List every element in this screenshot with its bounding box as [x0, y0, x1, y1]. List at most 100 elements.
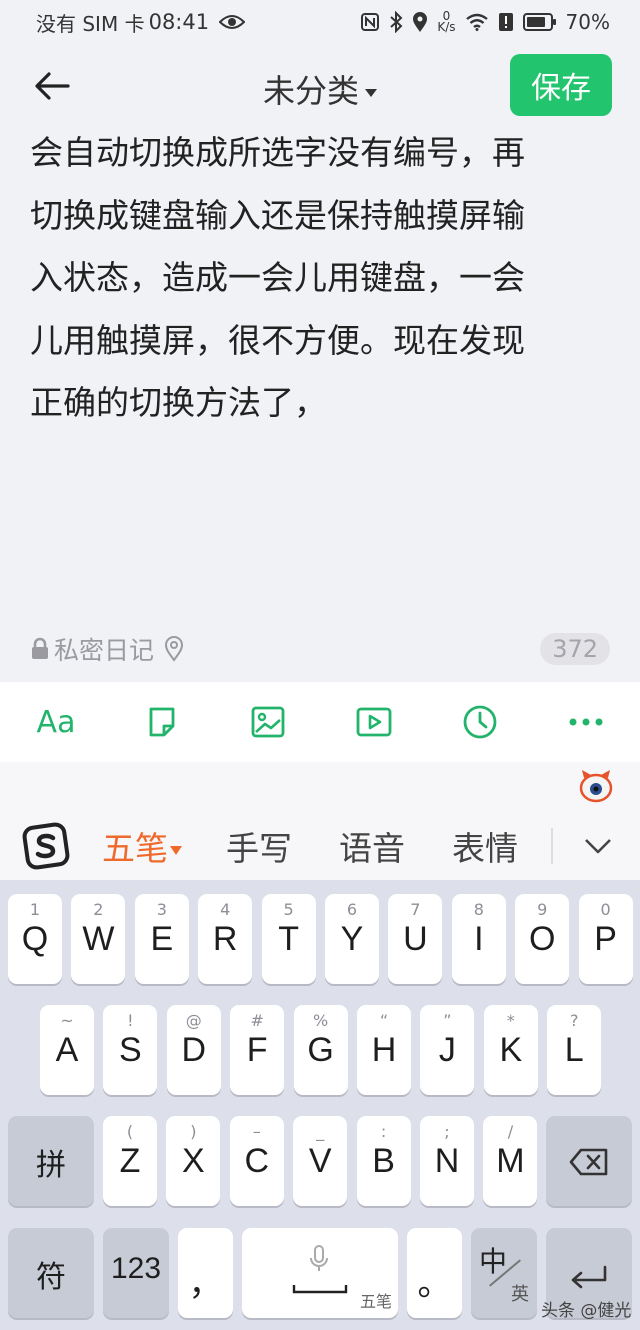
note-text-line: 正确的切换方法了，	[30, 383, 327, 422]
key-label: E	[150, 920, 174, 958]
comma-key[interactable]: ，	[178, 1228, 233, 1318]
ime-tab-wubi[interactable]: 五笔	[102, 822, 182, 870]
key-label: A	[55, 1031, 79, 1069]
ime-tab-handwriting[interactable]: 手写	[226, 822, 292, 870]
key-q[interactable]: 1Q	[8, 894, 62, 984]
key-hint: ;	[444, 1122, 450, 1141]
battery-percent: 70%	[565, 10, 610, 34]
key-label: C	[244, 1142, 270, 1180]
image-icon[interactable]	[244, 698, 292, 746]
numbers-key[interactable]: 123	[103, 1228, 169, 1318]
nfc-icon	[360, 12, 380, 32]
key-x[interactable]: ) X	[166, 1116, 221, 1206]
location-pin-icon[interactable]	[164, 636, 184, 662]
format-icon[interactable]: Aa	[32, 698, 80, 746]
key-hint: /	[507, 1122, 514, 1141]
key-w[interactable]: 2W	[71, 894, 126, 984]
key-i[interactable]: 8I	[451, 894, 506, 984]
key-label: K	[499, 1031, 523, 1069]
key-label: G	[307, 1031, 334, 1069]
ime-bar: 五笔 手写 语音 表情	[0, 762, 640, 880]
key-r[interactable]: 4R	[198, 894, 253, 984]
carrier-label: 没有 SIM 卡	[36, 11, 145, 36]
period-key[interactable]: 。	[407, 1228, 462, 1318]
key-label: P	[594, 920, 617, 958]
key-hint: ?	[569, 1011, 579, 1030]
key-g[interactable]: % G	[293, 1005, 348, 1095]
clock-time: 08:41	[148, 10, 210, 34]
key-u[interactable]: 7U	[388, 894, 443, 984]
chevron-down-icon	[585, 839, 611, 854]
key-j[interactable]: ” J	[420, 1005, 475, 1095]
status-bar: 没有 SIM 卡 08:41 0 K/s 70%	[0, 0, 640, 44]
key-hint: 7	[410, 900, 421, 919]
note-meta: 私密日记 372	[30, 628, 610, 670]
ime-tab-emoji[interactable]: 表情	[452, 822, 518, 870]
backspace-key[interactable]	[546, 1116, 632, 1206]
key-k[interactable]: * K	[483, 1005, 538, 1095]
key-p[interactable]: 0P	[578, 894, 633, 984]
video-icon[interactable]	[350, 698, 398, 746]
key-hint: “	[379, 1011, 389, 1030]
pinyin-key[interactable]: 拼	[8, 1116, 94, 1206]
key-v[interactable]: _ V	[293, 1116, 348, 1206]
key-e[interactable]: 3E	[134, 894, 189, 984]
key-label: O	[528, 920, 556, 958]
key-label: D	[181, 1031, 207, 1069]
key-label: W	[82, 920, 115, 958]
backspace-icon	[546, 1146, 632, 1185]
sogou-logo-icon[interactable]	[22, 822, 70, 870]
mascot-icon[interactable]	[578, 768, 614, 804]
key-hint: ”	[443, 1011, 452, 1030]
key-o[interactable]: 9O	[515, 894, 570, 984]
lock-icon	[30, 637, 50, 661]
key-y[interactable]: 6Y	[325, 894, 379, 984]
key-hint: !	[127, 1011, 134, 1030]
key-hint: 2	[93, 900, 104, 919]
ime-tab-voice[interactable]: 语音	[339, 822, 405, 870]
note-text-line: 会自动切换成所选字没有编号，再	[30, 133, 525, 172]
symbol-key[interactable]: 符	[8, 1228, 94, 1318]
clock-icon[interactable]	[456, 698, 504, 746]
space-bar-icon	[292, 1280, 348, 1299]
ime-divider	[551, 828, 553, 864]
key-label: L	[564, 1031, 584, 1069]
key-label: Z	[119, 1142, 141, 1180]
key-hint: %	[312, 1011, 329, 1030]
key-d[interactable]: @ D	[166, 1005, 221, 1095]
key-hint: (	[126, 1122, 134, 1141]
eye-icon	[219, 14, 246, 30]
key-label: Q	[21, 920, 49, 958]
key-h[interactable]: “H	[357, 1005, 411, 1095]
key-hint: 3	[156, 900, 167, 919]
key-label: J	[438, 1031, 456, 1069]
save-button[interactable]: 保存	[510, 54, 612, 116]
key-label: F	[246, 1031, 268, 1069]
key-s[interactable]: ! S	[103, 1005, 158, 1095]
note-editor[interactable]: 会自动切换成所选字没有编号，再 切换成键盘输入还是保持触摸屏输 入状态，造成一会儿用…	[30, 122, 610, 435]
key-a[interactable]: ~ A	[40, 1005, 94, 1095]
space-key[interactable]: 五笔	[242, 1228, 398, 1318]
bluetooth-icon	[389, 11, 403, 33]
key-z[interactable]: (Z	[103, 1116, 157, 1206]
key-hint: 0	[600, 900, 611, 919]
key-label: H	[371, 1031, 397, 1069]
key-m[interactable]: / M	[483, 1116, 538, 1206]
char-count-badge: 372	[540, 633, 610, 665]
key-c[interactable]: – C	[229, 1116, 284, 1206]
key-t[interactable]: 5T	[261, 894, 316, 984]
space-sub-label: 五笔	[359, 1292, 392, 1311]
key-l[interactable]: ? L	[547, 1005, 602, 1095]
collapse-keyboard-button[interactable]	[578, 826, 618, 866]
key-label: M	[496, 1142, 525, 1180]
category-label: 未分类	[262, 72, 359, 110]
language-toggle-key[interactable]: 中 英	[471, 1228, 537, 1318]
key-f[interactable]: # F	[230, 1005, 285, 1095]
note-icon[interactable]	[138, 698, 186, 746]
key-n[interactable]: ; N	[420, 1116, 474, 1206]
key-b[interactable]: :B	[356, 1116, 411, 1206]
more-icon[interactable]	[562, 698, 610, 746]
privacy-label[interactable]: 私密日记	[54, 631, 154, 667]
key-hint: @	[185, 1011, 202, 1030]
microphone-icon	[308, 1244, 330, 1278]
